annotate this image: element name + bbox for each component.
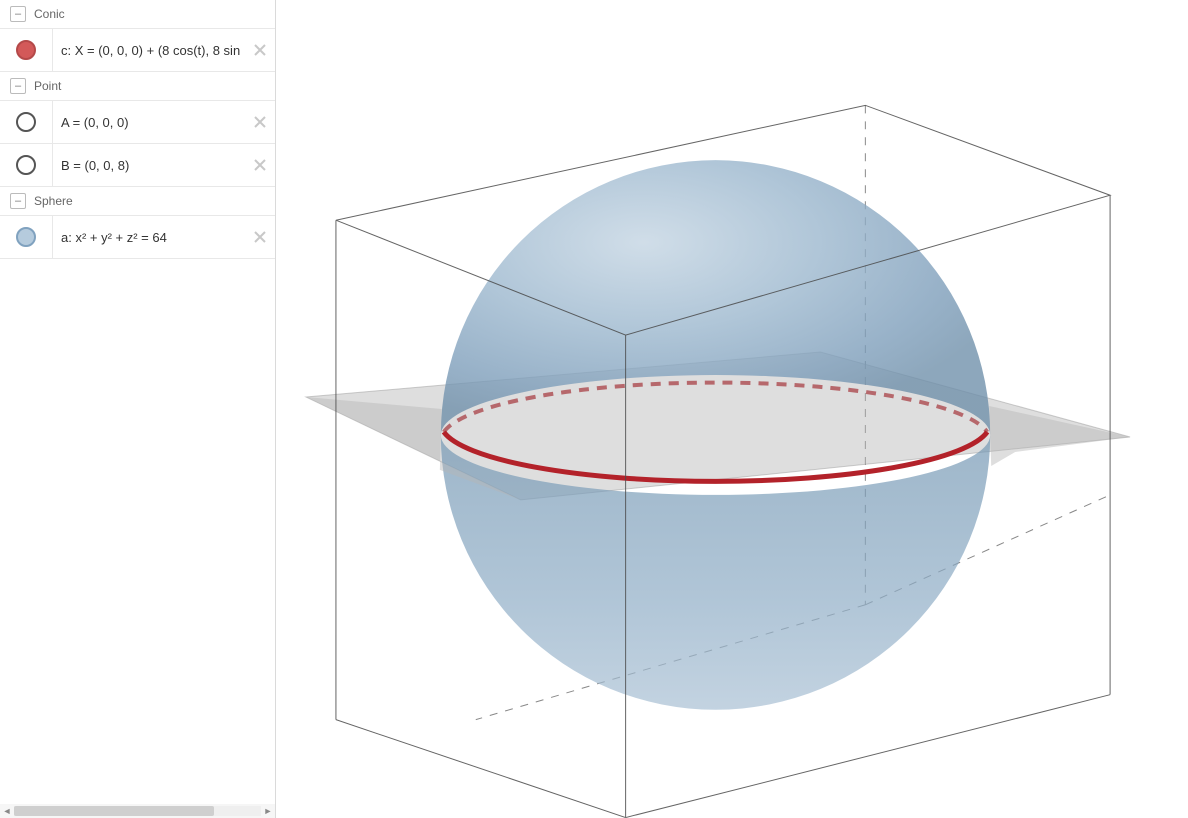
category-label: Sphere xyxy=(34,194,73,208)
item-definition[interactable]: a: x² + y² + z² = 64 xyxy=(53,230,245,245)
visibility-swatch[interactable] xyxy=(0,101,53,143)
collapse-icon[interactable]: – xyxy=(10,78,26,94)
algebra-sidebar: – Conic c: X = (0, 0, 0) + (8 cos(t), 8 … xyxy=(0,0,276,818)
item-definition[interactable]: A = (0, 0, 0) xyxy=(53,115,245,130)
empty-circle-icon xyxy=(16,112,36,132)
scroll-thumb[interactable] xyxy=(14,806,214,816)
visibility-swatch[interactable] xyxy=(0,216,53,258)
category-header-sphere[interactable]: – Sphere xyxy=(0,187,275,216)
delete-icon[interactable] xyxy=(245,216,275,258)
app-root: – Conic c: X = (0, 0, 0) + (8 cos(t), 8 … xyxy=(0,0,1188,818)
blue-circle-icon xyxy=(16,227,36,247)
category-label: Point xyxy=(34,79,61,93)
empty-circle-icon xyxy=(16,155,36,175)
category-header-point[interactable]: – Point xyxy=(0,72,275,101)
delete-icon[interactable] xyxy=(245,144,275,186)
delete-icon[interactable] xyxy=(245,29,275,71)
category-label: Conic xyxy=(34,7,65,21)
graphics-3d-view[interactable] xyxy=(276,0,1188,818)
list-item[interactable]: a: x² + y² + z² = 64 xyxy=(0,216,275,259)
visibility-swatch[interactable] xyxy=(0,144,53,186)
item-definition[interactable]: B = (0, 0, 8) xyxy=(53,158,245,173)
scroll-track[interactable] xyxy=(14,806,261,816)
item-definition[interactable]: c: X = (0, 0, 0) + (8 cos(t), 8 sin xyxy=(53,43,245,58)
list-item[interactable]: A = (0, 0, 0) xyxy=(0,101,275,144)
horizontal-scrollbar[interactable]: ◄ ► xyxy=(0,804,275,818)
canvas-3d[interactable] xyxy=(276,0,1188,818)
collapse-icon[interactable]: – xyxy=(10,193,26,209)
list-item[interactable]: B = (0, 0, 8) xyxy=(0,144,275,187)
list-item[interactable]: c: X = (0, 0, 0) + (8 cos(t), 8 sin xyxy=(0,29,275,72)
collapse-icon[interactable]: – xyxy=(10,6,26,22)
delete-icon[interactable] xyxy=(245,101,275,143)
visibility-swatch[interactable] xyxy=(0,29,53,71)
category-header-conic[interactable]: – Conic xyxy=(0,0,275,29)
red-circle-icon xyxy=(16,40,36,60)
scroll-left-icon[interactable]: ◄ xyxy=(0,804,14,818)
scroll-right-icon[interactable]: ► xyxy=(261,804,275,818)
